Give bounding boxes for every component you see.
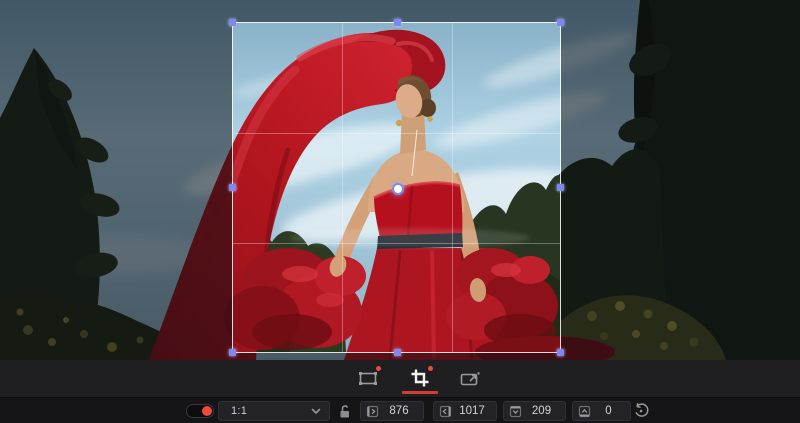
crop-icon — [411, 369, 429, 387]
tool-enable-toggle[interactable] — [186, 404, 214, 418]
chevron-down-icon — [311, 408, 321, 415]
crop-right-field[interactable]: 1017 — [433, 401, 497, 421]
crop-region[interactable] — [229, 19, 564, 356]
grid-vertical-line-1 — [342, 23, 343, 352]
crop-handle-top-left[interactable] — [229, 19, 236, 26]
grid-horizontal-line-2 — [233, 243, 560, 244]
crop-bottom-field[interactable]: 0 — [572, 401, 631, 421]
crop-handle-top-center[interactable] — [394, 19, 401, 26]
crop-handle-bottom-left[interactable] — [229, 349, 236, 356]
video-viewer — [0, 0, 800, 360]
grid-horizontal-line-1 — [233, 133, 560, 134]
aspect-ratio-value: 1:1 — [231, 405, 248, 417]
lock-aspect-button[interactable] — [335, 402, 353, 420]
crop-left-icon — [366, 405, 379, 418]
active-badge — [428, 366, 433, 371]
crop-left-value: 876 — [389, 405, 409, 417]
crop-left-field[interactable]: 876 — [360, 401, 424, 421]
crop-handle-middle-left[interactable] — [229, 184, 236, 191]
crop-right-value: 1017 — [459, 405, 485, 417]
toggle-knob — [202, 406, 212, 416]
tool-panel: 1:1 876 1017 209 0 — [0, 360, 800, 423]
tool-controls: 1:1 876 1017 209 0 — [0, 397, 800, 423]
tool-tab-bar — [0, 360, 800, 397]
unlock-icon — [340, 404, 349, 417]
crop-right-icon — [439, 405, 452, 418]
crop-center-pivot[interactable] — [393, 184, 402, 193]
crop-bottom-value: 0 — [605, 405, 612, 417]
crop-top-icon — [509, 405, 522, 418]
crop-handle-bottom-center[interactable] — [394, 349, 401, 356]
tab-crop[interactable] — [402, 363, 438, 393]
crop-top-value: 209 — [531, 405, 552, 417]
reset-icon — [635, 403, 649, 417]
tab-transform[interactable] — [350, 363, 386, 393]
crop-handle-top-right[interactable] — [557, 19, 564, 26]
aspect-ratio-dropdown[interactable]: 1:1 — [218, 401, 330, 421]
tab-dynamic-zoom[interactable] — [452, 363, 488, 393]
active-badge — [376, 366, 381, 371]
app-window: 1:1 876 1017 209 0 — [0, 0, 800, 423]
crop-bottom-icon — [578, 405, 591, 418]
crop-handle-middle-right[interactable] — [557, 184, 564, 191]
reset-button[interactable] — [631, 401, 651, 421]
grid-vertical-line-2 — [452, 23, 453, 352]
transform-icon — [359, 371, 377, 385]
dynamic-zoom-icon — [460, 371, 480, 385]
selected-tab-underline — [402, 391, 438, 394]
crop-top-field[interactable]: 209 — [503, 401, 566, 421]
crop-handle-bottom-right[interactable] — [557, 349, 564, 356]
